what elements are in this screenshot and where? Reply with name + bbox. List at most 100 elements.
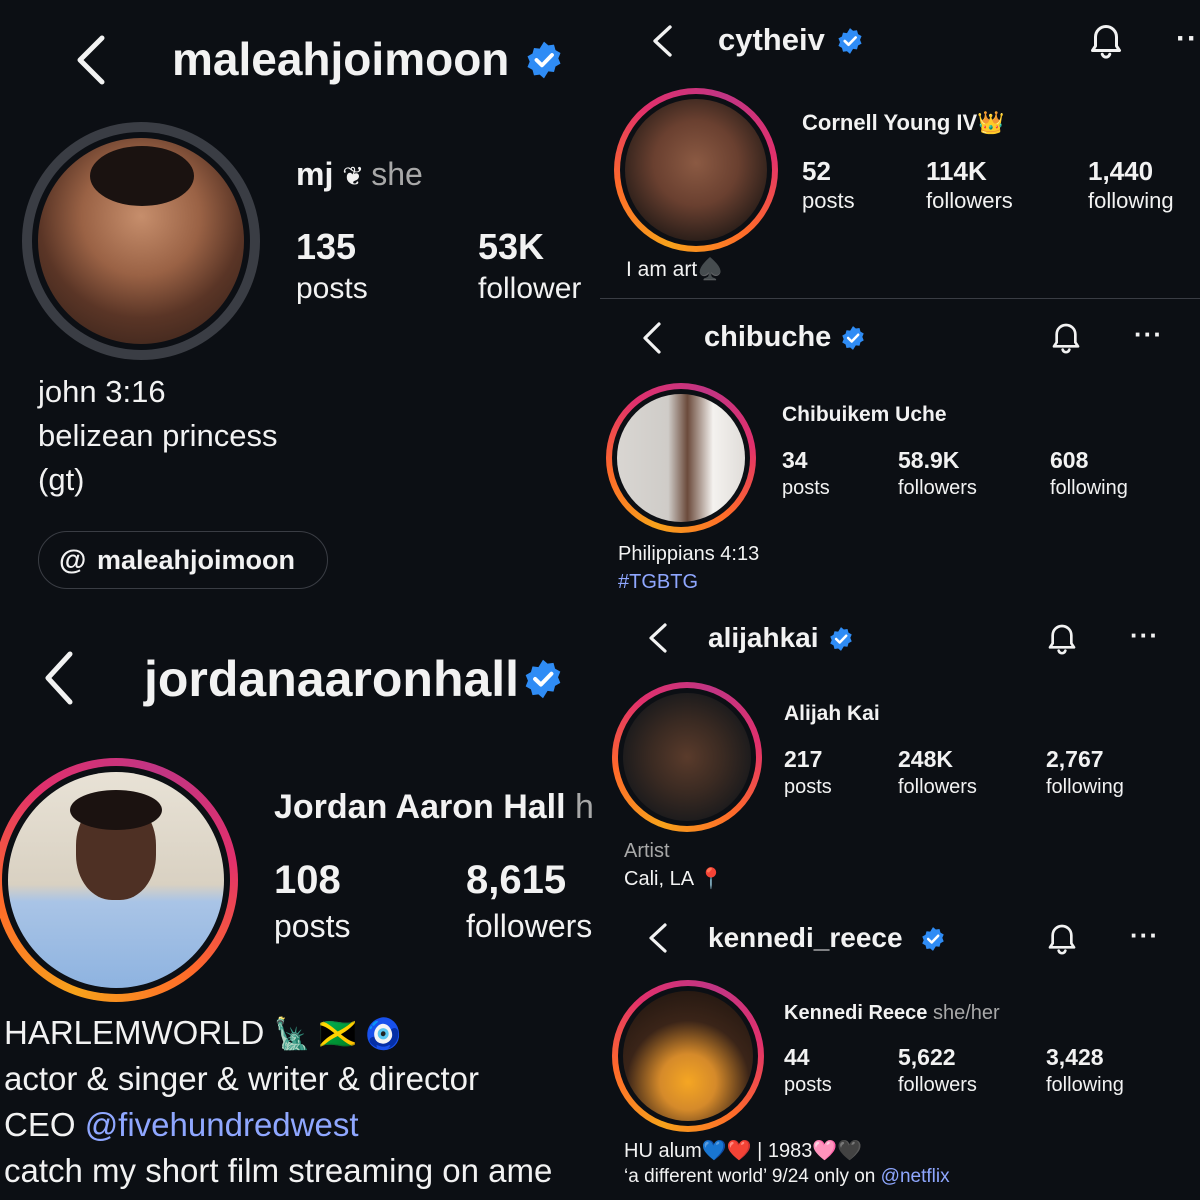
following-count[interactable]: 2,767 [1046,746,1104,773]
more-icon[interactable]: ··· [1134,319,1163,350]
followers-count[interactable]: 114K [926,156,987,187]
threads-handle: maleahjoimoon [97,545,296,575]
bio-line: john 3:16 [38,374,166,409]
bio-line: Cali, LA 📍 [624,866,723,891]
profile-name-row: Cornell Young IV👑 [802,110,1005,136]
posts-label: posts [784,1074,832,1096]
followers-count[interactable]: 8,615 [466,858,566,903]
profile-username: chibuche [704,321,832,353]
following-label: following [1050,477,1128,499]
profile-name: Kennedi Reece [784,1002,928,1024]
posts-count[interactable]: 52 [802,156,831,187]
crown-emoji: 👑 [977,110,1005,135]
verified-badge-icon [922,927,944,951]
bio-text: | 1983 [757,1140,813,1162]
profile-panel-kennedi-reece: kennedi_reece ··· Kennedi Reece she/her … [600,900,1200,1200]
chevron-left-icon[interactable] [646,622,670,654]
posts-count[interactable]: 135 [296,226,356,268]
profile-name: mj [296,156,334,192]
bio-line: I am art♠️ [626,258,723,282]
profile-username: jordanaaronhall [144,651,520,707]
posts-label: posts [296,272,368,305]
bio-mention-link[interactable]: @netflix [881,1166,950,1187]
chevron-left-icon[interactable] [40,650,80,706]
chevron-left-icon[interactable] [650,24,676,58]
profile-username: kennedi_reece [708,922,903,953]
avatar[interactable] [2,766,230,994]
bio-text: I am art [626,258,698,281]
posts-label: posts [782,477,830,499]
verified-badge-icon [527,41,561,79]
bio-mention-link[interactable]: @fivehundredwest [85,1106,359,1143]
posts-label: posts [274,908,351,944]
avatar[interactable] [620,94,772,246]
bio-line: belizean princess [38,418,278,453]
pin-emoji: 📍 [698,868,724,890]
followers-count[interactable]: 53K [478,226,544,268]
profile-name: Chibuikem Uche [782,403,947,426]
more-icon[interactable]: ··· [1176,22,1200,56]
bell-icon[interactable] [1088,20,1124,60]
more-icon[interactable]: ··· [1130,620,1159,651]
bio-hashtag-link[interactable]: #TGBTG [618,571,698,594]
bio-line: actor & singer & writer & director [4,1060,479,1097]
followers-count[interactable]: 248K [898,746,953,773]
followers-label: followers [898,1074,977,1096]
bio-line: CEO @fivehundredwest [4,1106,359,1144]
posts-count[interactable]: 44 [784,1044,810,1071]
posts-count[interactable]: 34 [782,447,808,474]
profile-username: maleahjoimoon [172,33,510,85]
bell-icon[interactable] [1046,620,1078,656]
posts-count[interactable]: 217 [784,746,822,773]
profile-name: Cornell Young IV [802,110,978,135]
profile-name-row: Kennedi Reece she/her [784,1002,1000,1025]
avatar[interactable] [612,389,750,527]
hearts-emoji: 🩷🖤 [812,1140,863,1162]
chevron-left-icon[interactable] [72,34,112,86]
bio-text: HARLEMWORLD [4,1014,265,1051]
verified-badge-icon [838,28,862,54]
hearts-emoji: 💙❤️ [701,1140,752,1162]
verified-badge-icon [525,659,561,699]
profile-panel-maleahjoimoon: maleahjoimoon mj ❦ she 135 posts 53K fol… [0,0,600,620]
following-count[interactable]: 3,428 [1046,1044,1104,1071]
spade-emoji: ♠️ [697,258,724,281]
bell-icon[interactable] [1050,319,1082,355]
profile-name-row: mj ❦ she [296,156,423,193]
bio-text: Cali, LA [624,868,693,890]
avatar[interactable] [618,986,758,1126]
profile-name-suffix: h [575,788,594,826]
chevron-left-icon[interactable] [646,922,670,954]
posts-label: posts [802,188,855,213]
posts-count[interactable]: 108 [274,858,341,903]
bio-line: HU alum💙❤️ | 1983🩷🖤 [624,1138,862,1163]
bio-line: HARLEMWORLD 🗽 🇯🇲 🧿 [4,1014,402,1052]
followers-label: followers [466,908,593,944]
threads-icon: ❦ [342,161,372,191]
followers-count[interactable]: 5,622 [898,1044,956,1071]
following-label: following [1046,776,1124,798]
bio-category: Artist [624,840,670,862]
more-icon[interactable]: ··· [1130,920,1159,951]
avatar[interactable] [32,132,250,350]
profile-panel-cytheiv: cytheiv ··· Cornell Young IV👑 52 posts 1… [600,0,1200,298]
chevron-left-icon[interactable] [640,321,664,355]
avatar[interactable] [618,688,756,826]
threads-badge[interactable]: @ maleahjoimoon [38,531,328,589]
profile-username: cytheiv [718,22,825,57]
bio-line: (gt) [38,462,85,497]
following-count[interactable]: 608 [1050,447,1088,474]
verified-badge-icon [842,326,864,350]
profile-panel-jordanaaronhall: jordanaaronhall Jordan Aaron Hall h 108 … [0,620,600,1200]
bell-icon[interactable] [1046,920,1078,956]
followers-count[interactable]: 58.9K [898,447,959,474]
profile-name: Alijah Kai [784,702,880,725]
bio-line: Philippians 4:13 [618,543,760,565]
followers-label: followers [898,477,977,499]
profile-name-row: Jordan Aaron Hall h [274,788,594,827]
profile-name: Jordan Aaron Hall [274,788,566,826]
posts-label: posts [784,776,832,798]
following-count[interactable]: 1,440 [1088,156,1153,187]
following-label: following [1088,188,1174,213]
bio-text: CEO [4,1106,85,1143]
